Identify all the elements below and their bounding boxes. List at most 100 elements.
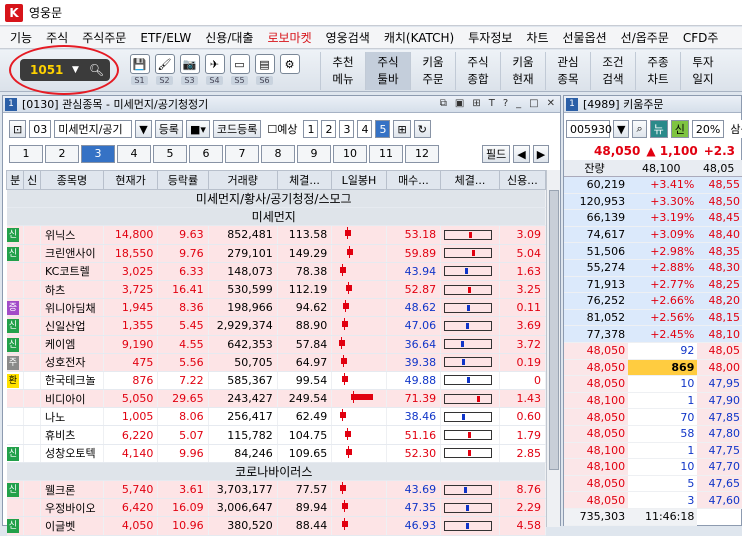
toolbar-icon-item[interactable]: 💾 S1 — [128, 54, 151, 85]
group-tab[interactable]: 5 — [153, 145, 187, 163]
page-button[interactable]: 3 — [339, 120, 355, 138]
column-header[interactable]: 거래량 — [207, 170, 278, 190]
column-header[interactable]: 현재가 — [102, 170, 159, 190]
window-icon[interactable]: ▣ — [455, 98, 464, 109]
ask-row[interactable]: 66,139 +3.19% 48,45 — [564, 209, 742, 227]
stock-code-input[interactable]: 005930 — [566, 120, 612, 138]
table-row[interactable]: 주 성호전자 475 5.56 50,705 64.97 39.38 0.19 — [6, 353, 547, 372]
page-button[interactable]: 5 — [375, 120, 391, 138]
table-row[interactable]: 나노 1,005 8.06 256,417 62.49 38.46 0.60 — [6, 407, 547, 427]
toolbar-button[interactable]: 주식 툴바 — [365, 52, 410, 90]
help-icon[interactable]: ? — [503, 98, 508, 109]
group-tab[interactable]: 3 — [81, 145, 115, 163]
stop-icon[interactable]: ■▾ — [185, 120, 210, 138]
stock-name[interactable]: 휴비츠 — [40, 425, 104, 445]
bid-row[interactable]: 48,050 10 47,95 — [564, 375, 742, 393]
table-row[interactable]: 신 웰크론 5,740 3.61 3,703,177 77.57 43.69 8.76 — [6, 480, 547, 500]
menu-item[interactable]: 선물옵션 — [563, 29, 607, 46]
toolbar-icon-item[interactable]: ▤ S6 — [253, 54, 276, 85]
column-header[interactable]: 체결... — [276, 170, 333, 190]
table-row[interactable]: 신 신일산업 1,355 5.45 2,929,374 88.90 47.06 3.69 — [6, 316, 547, 336]
monitor-icon[interactable]: ▭ — [229, 54, 250, 74]
ask-row[interactable]: 71,913 +2.77% 48,25 — [564, 276, 742, 294]
refresh-icon[interactable]: ↻ — [413, 120, 431, 138]
ask-row[interactable]: 51,506 +2.98% 48,35 — [564, 242, 742, 260]
toolbar-icon-item[interactable]: ✈ S4 — [203, 54, 226, 85]
page-button[interactable]: 2 — [321, 120, 337, 138]
menu-item[interactable]: 선/옵주문 — [621, 29, 669, 46]
menu-item[interactable]: ETF/ELW — [140, 31, 191, 45]
new-select[interactable]: 뉴 — [649, 120, 668, 138]
menu-item[interactable]: 로보마켓 — [267, 29, 311, 46]
toolbar-button[interactable]: 주식 종합 — [455, 52, 500, 90]
ask-row[interactable]: 55,274 +2.88% 48,30 — [564, 259, 742, 277]
bid-row[interactable]: 48,050 869 48,00 — [564, 359, 742, 377]
toolbar-icon-item[interactable]: ⚙ — [278, 54, 301, 85]
toolbar-button[interactable]: 추천 메뉴 — [320, 52, 365, 90]
ask-row[interactable]: 74,617 +3.09% 48,40 — [564, 226, 742, 244]
group-tab[interactable]: 12 — [405, 145, 439, 163]
minimize-icon[interactable]: _ — [516, 98, 521, 109]
link-icon[interactable]: ⧉ — [440, 98, 447, 109]
stock-name[interactable]: 하츠 — [40, 280, 104, 300]
bid-row[interactable]: 48,050 92 48,05 — [564, 342, 742, 360]
toolbar-button[interactable]: 조건 검색 — [590, 52, 635, 90]
group-tab[interactable]: 8 — [261, 145, 295, 163]
table-row[interactable]: 우정바이오 6,420 16.09 3,006,647 89.94 47.35 2.29 — [6, 498, 547, 518]
table-row[interactable]: 증 위니아딤채 1,945 8.36 198,966 94.62 48.62 0.11 — [6, 298, 547, 318]
ask-row[interactable]: 77,378 +2.45% 48,10 — [564, 325, 742, 343]
ask-row[interactable]: 76,252 +2.66% 48,20 — [564, 292, 742, 310]
group-tab[interactable]: 7 — [225, 145, 259, 163]
menu-item[interactable]: 기능 — [10, 29, 32, 46]
bid-row[interactable]: 48,050 5 47,65 — [564, 475, 742, 493]
page-button[interactable]: 4 — [357, 120, 373, 138]
stock-name[interactable]: KC코트렐 — [40, 262, 104, 281]
page-button[interactable]: 1 — [303, 120, 319, 138]
menu-item[interactable]: 차트 — [526, 29, 548, 46]
table-row[interactable]: 비디아이 5,050 29.65 243,427 249.54 71.39 1.43 — [6, 389, 547, 409]
table-row[interactable]: 하츠 3,725 16.41 530,599 112.19 52.87 3.25 — [6, 280, 547, 300]
group-tab[interactable]: 2 — [45, 145, 79, 163]
toolbar-button[interactable]: 관심 종목 — [545, 52, 590, 90]
table-row[interactable]: KC코트렐 3,025 6.33 148,073 78.38 43.94 1.63 — [6, 262, 547, 281]
bid-row[interactable]: 48,100 10 47,70 — [564, 458, 742, 476]
stock-name[interactable]: 위닉스 — [40, 225, 104, 245]
toolbar-icon-item[interactable]: ▭ S5 — [228, 54, 251, 85]
chevron-down-icon[interactable]: ▼ — [135, 120, 152, 138]
menu-item[interactable]: 주식주문 — [82, 29, 126, 46]
camera-icon[interactable]: 📷 — [179, 54, 200, 74]
group-number[interactable]: 03 — [29, 120, 52, 138]
prev-icon[interactable]: ◀ — [513, 145, 530, 163]
vertical-scrollbar[interactable] — [546, 170, 560, 527]
menu-item[interactable]: 투자정보 — [468, 29, 512, 46]
column-header[interactable]: 체결... — [440, 170, 500, 190]
maximize-icon[interactable]: □ — [529, 98, 538, 109]
group-tab[interactable]: 10 — [333, 145, 367, 163]
chevron-down-icon[interactable]: ▼ — [613, 120, 630, 138]
stock-name[interactable]: 우정바이오 — [40, 498, 104, 518]
toolbar-icon-item[interactable]: 📷 S3 — [178, 54, 201, 85]
pin-icon[interactable]: ⊞ — [472, 98, 480, 109]
plane-icon[interactable]: ✈ — [204, 54, 225, 74]
toolbar-button[interactable]: 키움 현재 — [500, 52, 545, 90]
toolbar-icon-item[interactable]: 🖌 S2 — [153, 54, 176, 85]
menu-item[interactable]: 캐치(KATCH) — [384, 29, 454, 46]
column-header[interactable]: 종목명 — [40, 170, 104, 190]
stock-name[interactable]: 비디아이 — [40, 389, 104, 409]
bid-row[interactable]: 48,050 3 47,60 — [564, 491, 742, 509]
table-row[interactable]: 환 한국테크놀 876 7.22 585,367 99.54 49.88 0 — [6, 371, 547, 391]
menu-item[interactable]: CFD주 — [683, 29, 719, 46]
stock-name[interactable]: 성창오토텍 — [40, 444, 104, 463]
menu-item[interactable]: 영웅검색 — [326, 29, 370, 46]
stock-name[interactable]: 케이엠 — [40, 335, 104, 354]
menu-item[interactable]: 신용/대출 — [205, 29, 253, 46]
table-row[interactable]: 신 위닉스 14,800 9.63 852,481 113.58 53.18 3.09 — [6, 225, 547, 245]
group-tab[interactable]: 6 — [189, 145, 223, 163]
toolbar-button[interactable]: 주종 차트 — [635, 52, 680, 90]
stock-name[interactable]: 신일산업 — [40, 316, 104, 336]
stock-name[interactable]: 나노 — [40, 407, 104, 427]
group-tab[interactable]: 9 — [297, 145, 331, 163]
column-header[interactable]: 분 — [5, 170, 25, 190]
stock-name[interactable]: 한국테크놀 — [40, 371, 104, 391]
save-icon[interactable]: 💾 — [129, 54, 150, 74]
